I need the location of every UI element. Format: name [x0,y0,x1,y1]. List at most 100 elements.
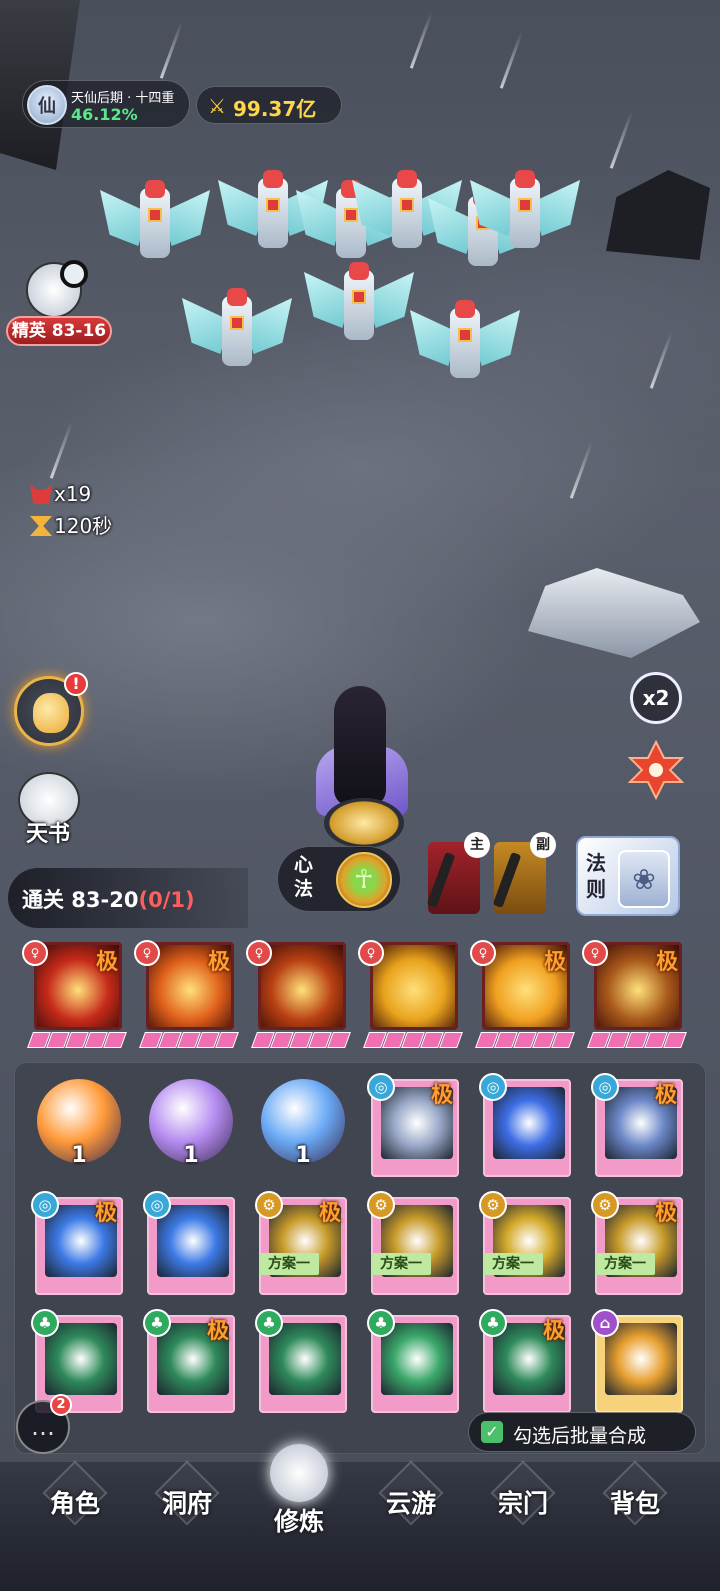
plan-tag: 方案一 [595,1253,655,1275]
tianshu-button[interactable]: 天书 [16,772,82,847]
plan-tag: 方案一 [483,1253,543,1275]
nav-label: 修炼 [273,1507,324,1536]
stage-label: 通关 83-20 [22,888,139,912]
nav-dongfu[interactable]: 洞府 [132,1460,242,1562]
star-gems [139,1032,239,1048]
realm-status[interactable]: 仙 天仙后期 · 十四重 46.12% [22,80,190,128]
stage-objective[interactable]: 通关 83-20(0/1) [8,868,248,928]
nav-travel[interactable]: 云游 [356,1460,466,1562]
equipped-skill[interactable]: ♀ 极 [468,940,575,1052]
enemy-winged-soldier[interactable] [470,170,580,270]
skill-card[interactable]: ◎ [477,1073,577,1183]
skill-card[interactable]: ⌂ [589,1309,689,1419]
star-skill-button[interactable] [626,739,686,801]
skill-card[interactable]: ♣ [365,1309,465,1419]
star-gems [587,1032,687,1048]
nav-label: 云游 [385,1489,436,1518]
kill-count-value: x19 [54,482,92,506]
taiji-disc [324,798,404,848]
ji-grade-badge: 极 [207,1319,230,1344]
spirit-orb-purple[interactable]: 1 [141,1073,241,1183]
nav-sect[interactable]: 宗门 [468,1460,578,1562]
meditator-icon: ♀ [358,940,384,966]
meditator-icon: ♀ [470,940,496,966]
batch-compose-toggle[interactable]: ✓ 勾选后批量合成 [468,1412,696,1452]
orb-count: 1 [71,1143,87,1168]
main-weapon-slot[interactable]: 主 [426,832,490,914]
magnifier-icon [60,260,88,288]
bottom-nav: 角色 洞府 修炼 云游 宗门 背包 [0,1444,720,1591]
sky-streak [649,331,674,389]
meditator-icon: ♀ [134,940,160,966]
star-gems [251,1032,351,1048]
speed-toggle-button[interactable]: x2 [630,672,682,724]
realm-progress: 46.12% [71,105,138,124]
ruins-silhouette [606,170,710,260]
nav-label: 洞府 [161,1489,212,1518]
wood-element-icon: ♣ [31,1309,59,1337]
enemy-winged-soldier[interactable] [100,180,210,280]
skill-card[interactable]: ⚙ 方案一 [365,1191,465,1301]
equipped-skills: ♀ 极 ♀ 极 ♀ ♀ ♀ 极 ♀ 极 [20,940,700,1052]
faze-label: 法则 [586,851,606,901]
ji-grade-badge: 极 [655,1201,678,1226]
ji-grade-badge: 极 [655,1083,678,1108]
xinfa-figure-icon: ☥ [336,852,392,908]
equipped-skill[interactable]: ♀ [244,940,351,1052]
skill-card[interactable]: ◎ 极 [29,1191,129,1301]
green-beast-art-icon [269,1323,341,1395]
metal-element-icon: ⚙ [367,1191,395,1219]
faze-button[interactable]: 法则 ❀ [576,836,680,916]
nav-label: 宗门 [497,1489,548,1518]
sword-icon [426,851,456,909]
nav-backpack[interactable]: 背包 [580,1460,690,1562]
skill-card[interactable]: ◎ 极 [365,1073,465,1183]
enemy-winged-soldier[interactable] [410,300,520,400]
meditator-icon: ♀ [582,940,608,966]
hexagram-icon [627,739,685,801]
batch-compose-label: 勾选后批量合成 [513,1425,647,1447]
checkbox-icon[interactable]: ✓ [481,1421,503,1443]
demon-head-icon [30,484,52,504]
ji-grade-badge: 极 [544,950,567,975]
elite-search-button[interactable] [26,260,90,318]
temple-element-icon: ⌂ [591,1309,619,1337]
skill-card[interactable]: ⚙ 方案一 [477,1191,577,1301]
spirit-orb-orange[interactable]: 1 [29,1073,129,1183]
sub-weapon-slot[interactable]: 副 [492,832,556,914]
equipped-skill[interactable]: ♀ 极 [20,940,127,1052]
lightning-art-icon [493,1087,565,1159]
skill-card[interactable]: ♣ 极 [141,1309,241,1419]
xinfa-button[interactable]: 心法 ☥ [277,846,401,912]
skill-card[interactable]: ◎ [141,1191,241,1301]
spirit-orb-blue[interactable]: 1 [253,1073,353,1183]
water-element-icon: ◎ [591,1073,619,1101]
star-gems [363,1032,463,1048]
money-bag-icon [33,693,69,733]
metal-element-icon: ⚙ [479,1191,507,1219]
player-character [306,686,416,848]
game-screen: 仙 天仙后期 · 十四重 46.12% ⚔ 99.37亿 精英 83-16 x1… [0,0,720,1591]
star-gems [475,1032,575,1048]
nav-role[interactable]: 角色 [20,1460,130,1562]
enemy-winged-soldier[interactable] [182,288,292,388]
xinfa-label: 心法 [294,854,314,900]
skill-card[interactable]: ◎ 极 [589,1073,689,1183]
nav-label: 背包 [609,1489,660,1518]
skill-card[interactable]: ♣ 极 [477,1309,577,1419]
skill-card[interactable]: ⚙ 极方案一 [589,1191,689,1301]
ji-grade-badge: 极 [431,1083,454,1108]
equipped-skill[interactable]: ♀ [356,940,463,1052]
skill-card[interactable]: ⚙ 极方案一 [253,1191,353,1301]
equipped-skill[interactable]: ♀ 极 [132,940,239,1052]
combat-power[interactable]: ⚔ 99.37亿 [196,86,342,124]
nav-cultivate[interactable]: 修炼 [244,1444,354,1562]
ji-grade-badge: 极 [319,1201,342,1226]
sky-streak [159,21,184,79]
equipped-skill[interactable]: ♀ 极 [580,940,687,1052]
skill-card[interactable]: ♣ [253,1309,353,1419]
enemy-winged-soldier[interactable] [304,262,414,362]
sub-tag: 副 [530,832,556,858]
power-value: 99.37亿 [233,97,317,121]
hourglass-icon [30,516,52,536]
